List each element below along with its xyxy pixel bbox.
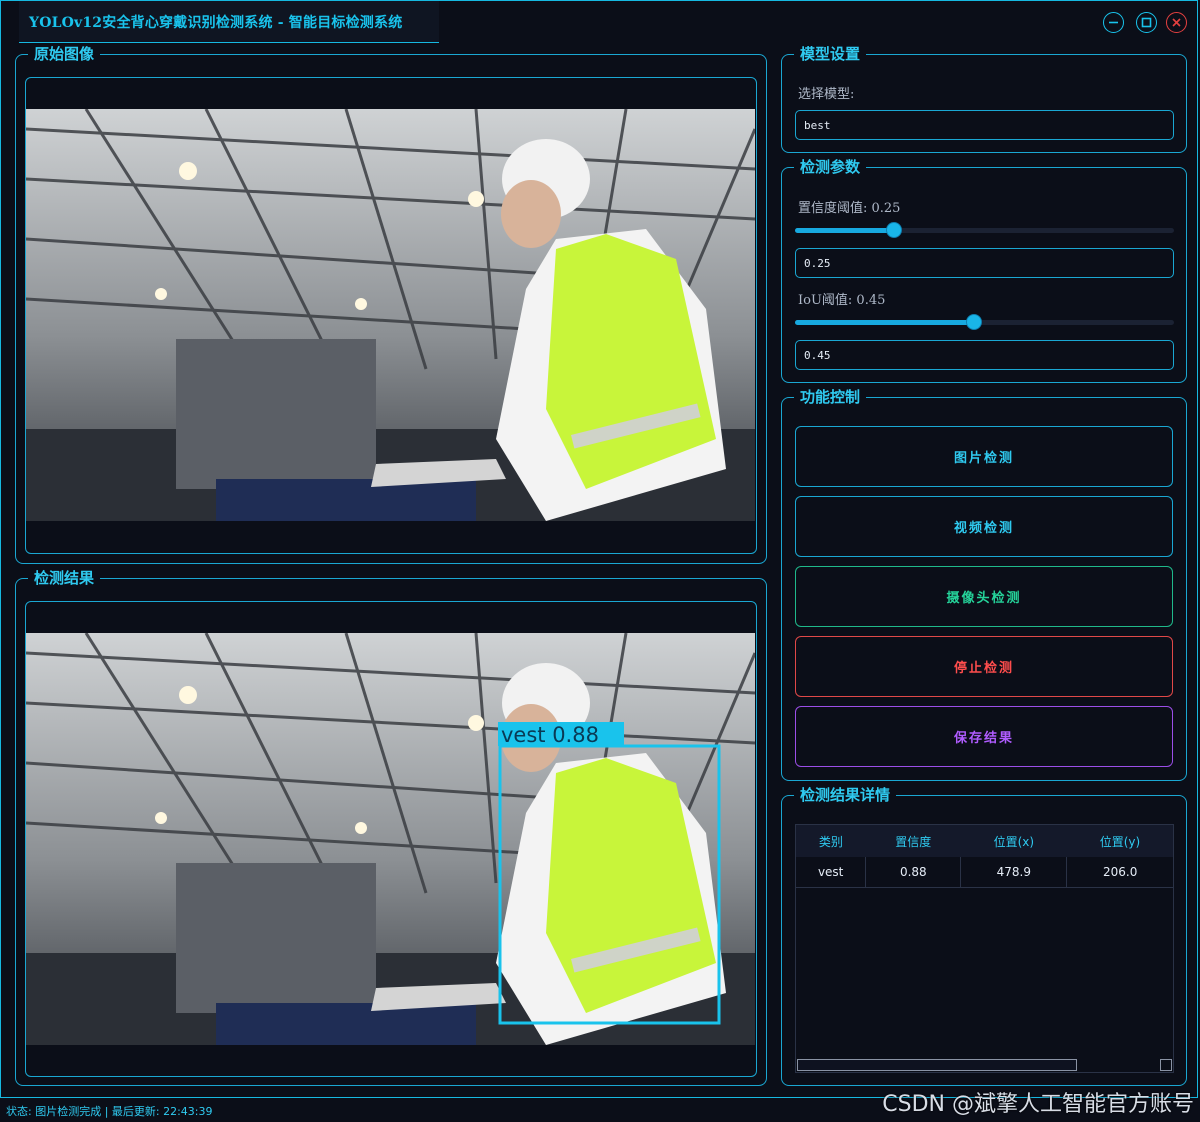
result-image: vest 0.88: [26, 633, 755, 1045]
title-bar: YOLOv12安全背心穿戴识别检测系统 - 智能目标检测系统: [1, 1, 1199, 44]
detection-details-title: 检测结果详情: [794, 786, 897, 804]
column-header-y[interactable]: 位置(y): [1066, 825, 1173, 857]
maximize-icon: [1141, 17, 1152, 28]
horizontal-scrollbar[interactable]: [797, 1059, 1077, 1071]
confidence-slider-handle[interactable]: [886, 222, 902, 238]
minimize-icon: [1109, 21, 1118, 24]
minimize-button[interactable]: [1103, 12, 1124, 33]
confidence-slider[interactable]: [795, 222, 1174, 238]
close-icon: [1172, 18, 1181, 27]
function-controls-title: 功能控制: [794, 388, 867, 406]
iou-input-value: 0.45: [804, 348, 831, 362]
model-select[interactable]: best: [795, 110, 1174, 140]
factory-scene-result-image: vest 0.88: [26, 633, 755, 1045]
detection-result-title: 检测结果: [28, 569, 101, 587]
detection-details-group: 检测结果详情 类别 置信度 位置(x) 位置(y) vest 0.88 478.…: [781, 786, 1187, 1086]
iou-slider-fill: [795, 320, 974, 325]
confidence-input-value: 0.25: [804, 256, 831, 270]
confidence-slider-fill: [795, 228, 894, 233]
original-image: [26, 109, 755, 521]
factory-scene-image: [26, 109, 755, 521]
detection-params-title: 检测参数: [794, 158, 867, 176]
original-image-frame: [25, 77, 757, 554]
confidence-input[interactable]: 0.25: [795, 248, 1174, 278]
camera-detect-button[interactable]: 摄像头检测: [795, 566, 1173, 627]
title-tab: YOLOv12安全背心穿戴识别检测系统 - 智能目标检测系统: [19, 1, 439, 43]
maximize-button[interactable]: [1136, 12, 1157, 33]
results-table-container: 类别 置信度 位置(x) 位置(y) vest 0.88 478.9 206.0: [795, 824, 1174, 1073]
watermark: CSDN @斌擎人工智能官方账号: [882, 1092, 1194, 1117]
model-select-value: best: [804, 118, 831, 132]
column-header-x[interactable]: 位置(x): [960, 825, 1067, 857]
cell-y: 206.0: [1066, 857, 1173, 888]
column-header-class[interactable]: 类别: [796, 825, 866, 857]
cell-class: vest: [796, 857, 867, 888]
confidence-label: 置信度阈值: 0.25: [798, 201, 901, 216]
original-image-group: 原始图像: [15, 45, 767, 564]
window-title: YOLOv12安全背心穿戴识别检测系统 - 智能目标检测系统: [29, 14, 403, 31]
model-select-label: 选择模型:: [798, 87, 855, 102]
video-detect-button[interactable]: 视频检测: [795, 496, 1173, 557]
close-button[interactable]: [1166, 12, 1187, 33]
scroll-corner: [1160, 1059, 1172, 1071]
save-result-button[interactable]: 保存结果: [795, 706, 1173, 767]
detection-result-group: 检测结果 vest 0.88: [15, 569, 767, 1086]
iou-slider-handle[interactable]: [966, 314, 982, 330]
column-header-confidence[interactable]: 置信度: [865, 825, 961, 857]
main-window: YOLOv12安全背心穿戴识别检测系统 - 智能目标检测系统 原始图像 检测结果…: [0, 0, 1198, 1098]
cell-confidence: 0.88: [865, 857, 962, 888]
original-image-title: 原始图像: [28, 45, 101, 63]
cell-x: 478.9: [960, 857, 1068, 888]
table-row[interactable]: vest 0.88 478.9 206.0: [796, 857, 1173, 888]
image-detect-button[interactable]: 图片检测: [795, 426, 1173, 487]
results-table-header: 类别 置信度 位置(x) 位置(y): [796, 825, 1173, 857]
iou-input[interactable]: 0.45: [795, 340, 1174, 370]
results-table: 类别 置信度 位置(x) 位置(y) vest 0.88 478.9 206.0: [796, 825, 1173, 888]
model-settings-group: 模型设置 选择模型: best: [781, 45, 1187, 153]
status-text: 状态: 图片检测完成 | 最后更新: 22:43:39: [6, 1104, 213, 1118]
iou-label: IoU阈值: 0.45: [798, 293, 886, 308]
detection-params-group: 检测参数 置信度阈值: 0.25 0.25 IoU阈值: 0.45 0.45: [781, 158, 1187, 383]
result-image-frame: vest 0.88: [25, 601, 757, 1077]
model-settings-title: 模型设置: [794, 45, 867, 63]
iou-slider[interactable]: [795, 314, 1174, 330]
vest-box-label: vest 0.88: [501, 723, 599, 747]
function-controls-group: 功能控制 图片检测 视频检测 摄像头检测 停止检测 保存结果: [781, 388, 1187, 781]
stop-detect-button[interactable]: 停止检测: [795, 636, 1173, 697]
